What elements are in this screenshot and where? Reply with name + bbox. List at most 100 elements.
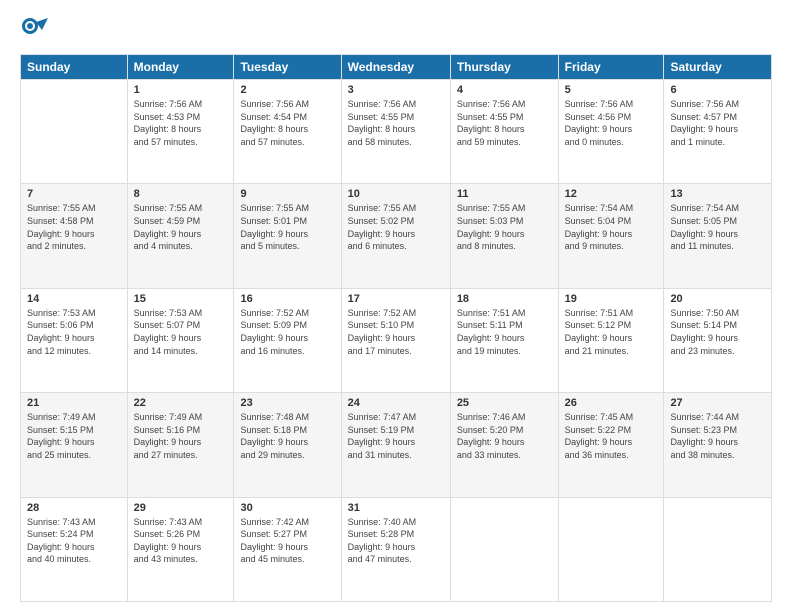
day-number: 15 [134,293,228,305]
day-number: 9 [240,188,334,200]
calendar-cell: 16Sunrise: 7:52 AM Sunset: 5:09 PM Dayli… [234,288,341,392]
calendar-body: 1Sunrise: 7:56 AM Sunset: 4:53 PM Daylig… [21,80,772,602]
calendar-cell: 31 Sunrise: 7:40 AM Sunset: 5:28 PM Dayli… [341,497,450,601]
calendar-cell: 10 Sunrise: 7:55 AM Sunset: 5:02 PM Dayli… [341,184,450,288]
day-number: 13 [670,188,765,200]
cell-info: Sunrise: 7:46 AM Sunset: 5:20 PM Dayligh… [457,411,552,461]
day-number: 26 [565,397,658,409]
calendar-cell: 3 Sunrise: 7:56 AM Sunset: 4:55 PM Daylig… [341,80,450,184]
cell-info: Sunrise: 7:50 AM Sunset: 5:14 PM Dayligh… [670,307,765,357]
cell-info: Sunrise: 7:56 AM Sunset: 4:54 PM Dayligh… [240,98,334,148]
calendar-cell: 19 Sunrise: 7:51 AM Sunset: 5:12 PM Dayli… [558,288,664,392]
cell-info: Sunrise: 7:55 AM Sunset: 4:58 PM Dayligh… [27,202,121,252]
calendar-cell: 24 Sunrise: 7:47 AM Sunset: 5:19 PM Dayli… [341,393,450,497]
weekday-header: Saturday [664,55,772,80]
calendar-cell: 11 Sunrise: 7:55 AM Sunset: 5:03 PM Dayli… [450,184,558,288]
calendar-cell: 7Sunrise: 7:55 AM Sunset: 4:58 PM Daylig… [21,184,128,288]
day-number: 28 [27,502,121,514]
day-number: 29 [134,502,228,514]
calendar-cell: 21Sunrise: 7:49 AM Sunset: 5:15 PM Dayli… [21,393,128,497]
cell-info: Sunrise: 7:49 AM Sunset: 5:15 PM Dayligh… [27,411,121,461]
cell-info: Sunrise: 7:49 AM Sunset: 5:16 PM Dayligh… [134,411,228,461]
day-number: 5 [565,84,658,96]
cell-info: Sunrise: 7:56 AM Sunset: 4:55 PM Dayligh… [348,98,444,148]
day-number: 31 [348,502,444,514]
calendar-cell: 14Sunrise: 7:53 AM Sunset: 5:06 PM Dayli… [21,288,128,392]
day-number: 1 [134,84,228,96]
cell-info: Sunrise: 7:51 AM Sunset: 5:12 PM Dayligh… [565,307,658,357]
cell-info: Sunrise: 7:51 AM Sunset: 5:11 PM Dayligh… [457,307,552,357]
day-number: 17 [348,293,444,305]
logo [20,16,52,44]
cell-info: Sunrise: 7:53 AM Sunset: 5:07 PM Dayligh… [134,307,228,357]
calendar-week-row: 28Sunrise: 7:43 AM Sunset: 5:24 PM Dayli… [21,497,772,601]
weekday-header: Sunday [21,55,128,80]
weekday-row: SundayMondayTuesdayWednesdayThursdayFrid… [21,55,772,80]
calendar-week-row: 1Sunrise: 7:56 AM Sunset: 4:53 PM Daylig… [21,80,772,184]
day-number: 22 [134,397,228,409]
calendar-cell [664,497,772,601]
calendar-cell [450,497,558,601]
day-number: 20 [670,293,765,305]
cell-info: Sunrise: 7:43 AM Sunset: 5:26 PM Dayligh… [134,516,228,566]
cell-info: Sunrise: 7:52 AM Sunset: 5:09 PM Dayligh… [240,307,334,357]
calendar-cell [558,497,664,601]
cell-info: Sunrise: 7:42 AM Sunset: 5:27 PM Dayligh… [240,516,334,566]
day-number: 23 [240,397,334,409]
cell-info: Sunrise: 7:56 AM Sunset: 4:56 PM Dayligh… [565,98,658,148]
day-number: 3 [348,84,444,96]
cell-info: Sunrise: 7:56 AM Sunset: 4:57 PM Dayligh… [670,98,765,148]
weekday-header: Thursday [450,55,558,80]
day-number: 30 [240,502,334,514]
cell-info: Sunrise: 7:54 AM Sunset: 5:05 PM Dayligh… [670,202,765,252]
weekday-header: Friday [558,55,664,80]
logo-icon [20,16,48,44]
calendar-cell: 30 Sunrise: 7:42 AM Sunset: 5:27 PM Dayli… [234,497,341,601]
calendar-cell: 17Sunrise: 7:52 AM Sunset: 5:10 PM Dayli… [341,288,450,392]
day-number: 14 [27,293,121,305]
calendar-cell: 9 Sunrise: 7:55 AM Sunset: 5:01 PM Daylig… [234,184,341,288]
calendar-cell: 13 Sunrise: 7:54 AM Sunset: 5:05 PM Dayli… [664,184,772,288]
calendar-cell: 27 Sunrise: 7:44 AM Sunset: 5:23 PM Dayli… [664,393,772,497]
cell-info: Sunrise: 7:55 AM Sunset: 5:01 PM Dayligh… [240,202,334,252]
calendar-cell: 12Sunrise: 7:54 AM Sunset: 5:04 PM Dayli… [558,184,664,288]
weekday-header: Tuesday [234,55,341,80]
calendar-week-row: 14Sunrise: 7:53 AM Sunset: 5:06 PM Dayli… [21,288,772,392]
day-number: 8 [134,188,228,200]
calendar-header: SundayMondayTuesdayWednesdayThursdayFrid… [21,55,772,80]
cell-info: Sunrise: 7:44 AM Sunset: 5:23 PM Dayligh… [670,411,765,461]
calendar-cell [21,80,128,184]
calendar-cell: 2 Sunrise: 7:56 AM Sunset: 4:54 PM Daylig… [234,80,341,184]
day-number: 25 [457,397,552,409]
cell-info: Sunrise: 7:55 AM Sunset: 5:03 PM Dayligh… [457,202,552,252]
day-number: 27 [670,397,765,409]
day-number: 6 [670,84,765,96]
day-number: 24 [348,397,444,409]
calendar-cell: 28Sunrise: 7:43 AM Sunset: 5:24 PM Dayli… [21,497,128,601]
day-number: 4 [457,84,552,96]
calendar-table: SundayMondayTuesdayWednesdayThursdayFrid… [20,54,772,602]
day-number: 18 [457,293,552,305]
day-number: 12 [565,188,658,200]
calendar-cell: 18 Sunrise: 7:51 AM Sunset: 5:11 PM Dayli… [450,288,558,392]
cell-info: Sunrise: 7:56 AM Sunset: 4:55 PM Dayligh… [457,98,552,148]
cell-info: Sunrise: 7:47 AM Sunset: 5:19 PM Dayligh… [348,411,444,461]
calendar-cell: 25 Sunrise: 7:46 AM Sunset: 5:20 PM Dayli… [450,393,558,497]
calendar-cell: 23 Sunrise: 7:48 AM Sunset: 5:18 PM Dayli… [234,393,341,497]
cell-info: Sunrise: 7:55 AM Sunset: 4:59 PM Dayligh… [134,202,228,252]
cell-info: Sunrise: 7:40 AM Sunset: 5:28 PM Dayligh… [348,516,444,566]
calendar-cell: 15 Sunrise: 7:53 AM Sunset: 5:07 PM Dayli… [127,288,234,392]
cell-info: Sunrise: 7:55 AM Sunset: 5:02 PM Dayligh… [348,202,444,252]
calendar-cell: 26Sunrise: 7:45 AM Sunset: 5:22 PM Dayli… [558,393,664,497]
calendar-week-row: 21Sunrise: 7:49 AM Sunset: 5:15 PM Dayli… [21,393,772,497]
day-number: 2 [240,84,334,96]
calendar-cell: 6 Sunrise: 7:56 AM Sunset: 4:57 PM Daylig… [664,80,772,184]
day-number: 19 [565,293,658,305]
day-number: 10 [348,188,444,200]
day-number: 11 [457,188,552,200]
calendar-cell: 5 Sunrise: 7:56 AM Sunset: 4:56 PM Daylig… [558,80,664,184]
weekday-header: Monday [127,55,234,80]
calendar-week-row: 7Sunrise: 7:55 AM Sunset: 4:58 PM Daylig… [21,184,772,288]
calendar-cell: 29 Sunrise: 7:43 AM Sunset: 5:26 PM Dayli… [127,497,234,601]
cell-info: Sunrise: 7:48 AM Sunset: 5:18 PM Dayligh… [240,411,334,461]
